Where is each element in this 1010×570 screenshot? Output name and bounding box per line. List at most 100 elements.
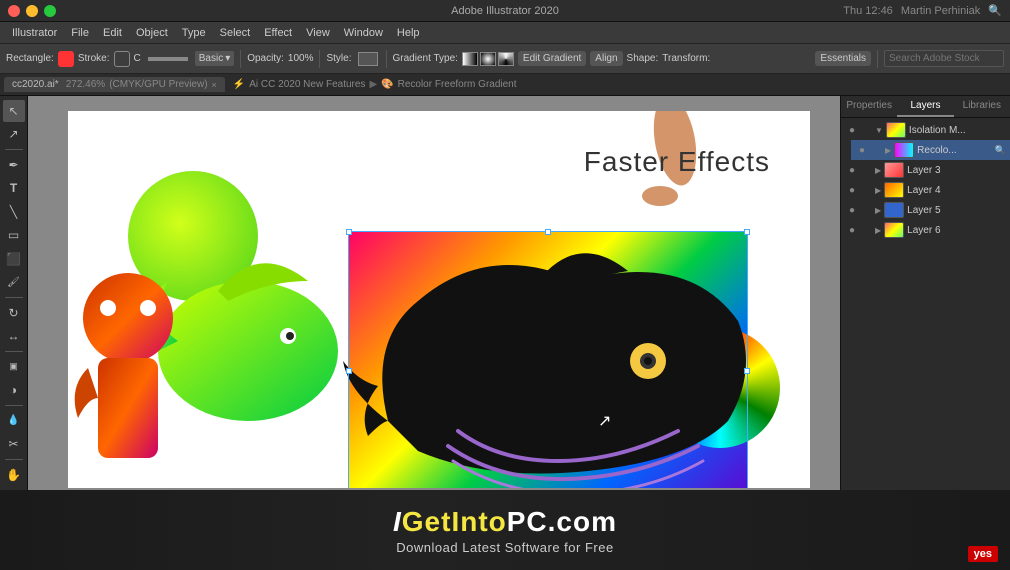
handle-mid-right[interactable] [744,368,750,374]
watermark-overlay: IGetIntoPC.com Download Latest Software … [0,490,1010,570]
menu-window[interactable]: Window [338,27,389,39]
tool-sep-4 [5,405,23,406]
layer-row-2[interactable]: ● ▶ Recolo... 🔍 [851,140,1010,160]
search-icon[interactable]: 🔍 [988,4,1002,17]
layer-visibility-6[interactable]: ● [845,225,859,236]
freeform-gradient-btn[interactable] [498,52,514,66]
tab-close-btn[interactable]: × [212,80,217,90]
gradient-tool[interactable]: ▣ [3,356,25,378]
essentials-btn[interactable]: Essentials [815,51,871,66]
shape-tool-label: Rectangle: [6,53,54,64]
stroke-value: C [134,53,141,64]
breadcrumb-item-1[interactable]: Ai CC 2020 New Features [249,79,365,90]
menu-illustrator[interactable]: Illustrator [6,27,63,39]
eyedrop-tool[interactable]: 💧 [3,410,25,432]
layer-expand-6[interactable]: ▶ [875,226,881,235]
layer-expand-4[interactable]: ▶ [875,186,881,195]
panel-tabs: Properties Layers Libraries [841,96,1010,118]
type-tool[interactable]: T [3,178,25,200]
layer-name-3: Layer 3 [907,165,1006,176]
layer-visibility-3[interactable]: ● [845,165,859,176]
window-controls[interactable] [8,5,56,17]
tab-layers[interactable]: Layers [897,96,953,117]
artboard[interactable]: Faster Effects [68,111,810,488]
layer-row-4[interactable]: ● ▶ Layer 4 [841,180,1010,200]
layer-row-6[interactable]: ● ▶ Layer 6 [841,220,1010,240]
canvas-area[interactable]: Faster Effects [28,96,840,548]
layer-expand-1[interactable]: ▼ [875,126,883,135]
close-button[interactable] [8,5,20,17]
handle-mid-left[interactable] [346,368,352,374]
layer-row-1[interactable]: ● ▼ Isolation M... [841,120,1010,140]
handle-top-left[interactable] [346,229,352,235]
brush-dropdown[interactable]: Basic ▾ [195,51,234,66]
rect-tool[interactable]: ▭ [3,225,25,247]
title-bar: Adobe Illustrator 2020 Thu 12:46 Martin … [0,0,1010,22]
window-title: Adobe Illustrator 2020 [451,5,559,17]
blend-tool[interactable]: ◑ [3,380,25,402]
minimize-button[interactable] [26,5,38,17]
document-tab[interactable]: cc2020.ai* 272.46% (CMYK/GPU Preview) × [4,77,225,92]
yes-badge: yes [968,546,998,562]
scissors-tool[interactable]: ✂ [3,434,25,456]
layer-expand-2[interactable]: ▶ [885,146,891,155]
fill-color-btn[interactable] [58,51,74,67]
tab-properties[interactable]: Properties [841,96,897,117]
menu-bar: Illustrator File Edit Object Type Select… [0,22,1010,44]
style-preview[interactable] [358,52,378,66]
toolbar-sep-right [877,50,878,68]
direct-select-tool[interactable]: ↗ [3,124,25,146]
layer-visibility-1[interactable]: ● [845,125,859,136]
layer-name-6: Layer 6 [907,225,1006,236]
align-btn[interactable]: Align [590,51,622,66]
reflect-tool[interactable]: ↔ [3,326,25,348]
tab-libraries[interactable]: Libraries [954,96,1010,117]
layer-visibility-5[interactable]: ● [845,205,859,216]
watermark-i: I [393,506,402,537]
paint-bucket-tool[interactable]: ⬛ [3,248,25,270]
selection-tool[interactable]: ↖ [3,100,25,122]
left-animal-artwork [68,268,218,468]
menu-view[interactable]: View [300,27,336,39]
breadcrumb-item-2[interactable]: Recolor Freeform Gradient [398,79,517,90]
menu-type[interactable]: Type [176,27,212,39]
layer-row-5[interactable]: ● ▶ Layer 5 [841,200,1010,220]
layer-thumb-4 [884,182,904,198]
pen-tool[interactable]: ✒ [3,154,25,176]
tool-sep-3 [5,351,23,352]
handle-top-mid[interactable] [545,229,551,235]
toolbox: ↖ ↗ ✒ T ╲ ▭ ⬛ 🖌 ↻ ↔ ▣ ◑ 💧 ✂ ✋ ⊕ [0,96,28,548]
layer-row-3[interactable]: ● ▶ Layer 3 [841,160,1010,180]
handle-top-right[interactable] [744,229,750,235]
hand-tool[interactable]: ✋ [3,464,25,486]
maximize-button[interactable] [44,5,56,17]
menu-object[interactable]: Object [130,27,174,39]
menu-file[interactable]: File [65,27,95,39]
toolbar-separator-3 [386,50,387,68]
layer-name-1: Isolation M... [909,125,1006,136]
menu-effect[interactable]: Effect [258,27,298,39]
linear-gradient-btn[interactable] [462,52,478,66]
layer-thumb-3 [884,162,904,178]
stroke-color-btn[interactable] [114,51,130,67]
rotate-tool[interactable]: ↻ [3,302,25,324]
line-tool[interactable]: ╲ [3,201,25,223]
layer-expand-5[interactable]: ▶ [875,206,881,215]
stock-search-input[interactable] [884,50,1004,67]
brush-tool[interactable]: 🖌 [3,272,25,294]
watermark-pc: PC [507,506,548,537]
layer-thumb-2 [894,142,914,158]
gradient-type-options [462,52,514,66]
menu-help[interactable]: Help [391,27,426,39]
layer-name-2: Recolo... [917,145,990,156]
layer-visibility-2[interactable]: ● [855,145,869,156]
radial-gradient-btn[interactable] [480,52,496,66]
menu-edit[interactable]: Edit [97,27,128,39]
title-bar-right: Thu 12:46 Martin Perhiniak 🔍 [843,4,1002,17]
brush-label: Basic [199,53,223,64]
layer-visibility-4[interactable]: ● [845,185,859,196]
layer-name-5: Layer 5 [907,205,1006,216]
menu-select[interactable]: Select [214,27,257,39]
edit-gradient-btn[interactable]: Edit Gradient [518,51,586,66]
layer-expand-3[interactable]: ▶ [875,166,881,175]
